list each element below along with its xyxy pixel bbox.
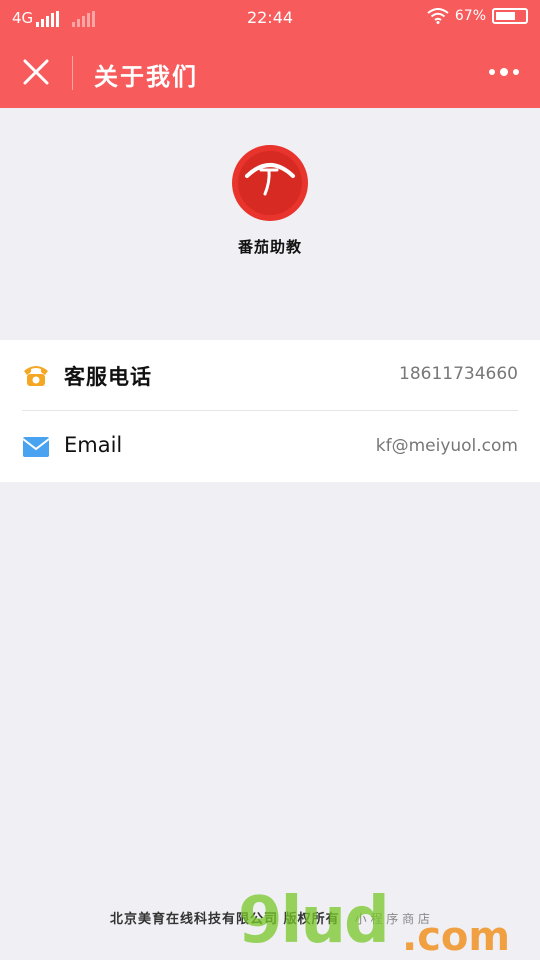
page-title: 关于我们 [94, 63, 198, 91]
status-right: 67% [427, 8, 528, 24]
more-dot-icon [500, 68, 508, 76]
app-name: 番茄助教 [237, 238, 302, 256]
contact-row-phone[interactable]: 客服电话 18611734660 [0, 340, 540, 411]
contact-row-email[interactable]: Email kf@meiyuol.com [0, 412, 540, 482]
tomato-logo-icon [232, 145, 308, 221]
row-divider [22, 410, 518, 411]
watermark-suffix: .com [402, 914, 511, 960]
more-button[interactable] [484, 62, 524, 82]
contact-label: 客服电话 [64, 365, 152, 389]
contact-value: 18611734660 [399, 364, 518, 384]
close-button[interactable] [18, 54, 54, 90]
watermark: 9lud [238, 884, 390, 958]
close-icon [23, 59, 49, 85]
app-header: 番茄助教 [0, 108, 540, 340]
more-dot-icon [513, 69, 519, 75]
nav-bar: 关于我们 [0, 36, 540, 108]
battery-icon [492, 8, 528, 24]
contact-list: 客服电话 18611734660 Email kf@meiyuol.com [0, 340, 540, 482]
more-dot-icon [489, 69, 495, 75]
mail-icon [22, 437, 50, 457]
phone-icon [24, 366, 48, 386]
status-bar: 4G 22:44 67% [0, 0, 540, 36]
contact-label: Email [64, 433, 123, 457]
nav-divider [72, 56, 73, 90]
wifi-icon [427, 8, 449, 24]
battery-percent: 67% [454, 8, 486, 24]
contact-value: kf@meiyuol.com [375, 436, 518, 456]
